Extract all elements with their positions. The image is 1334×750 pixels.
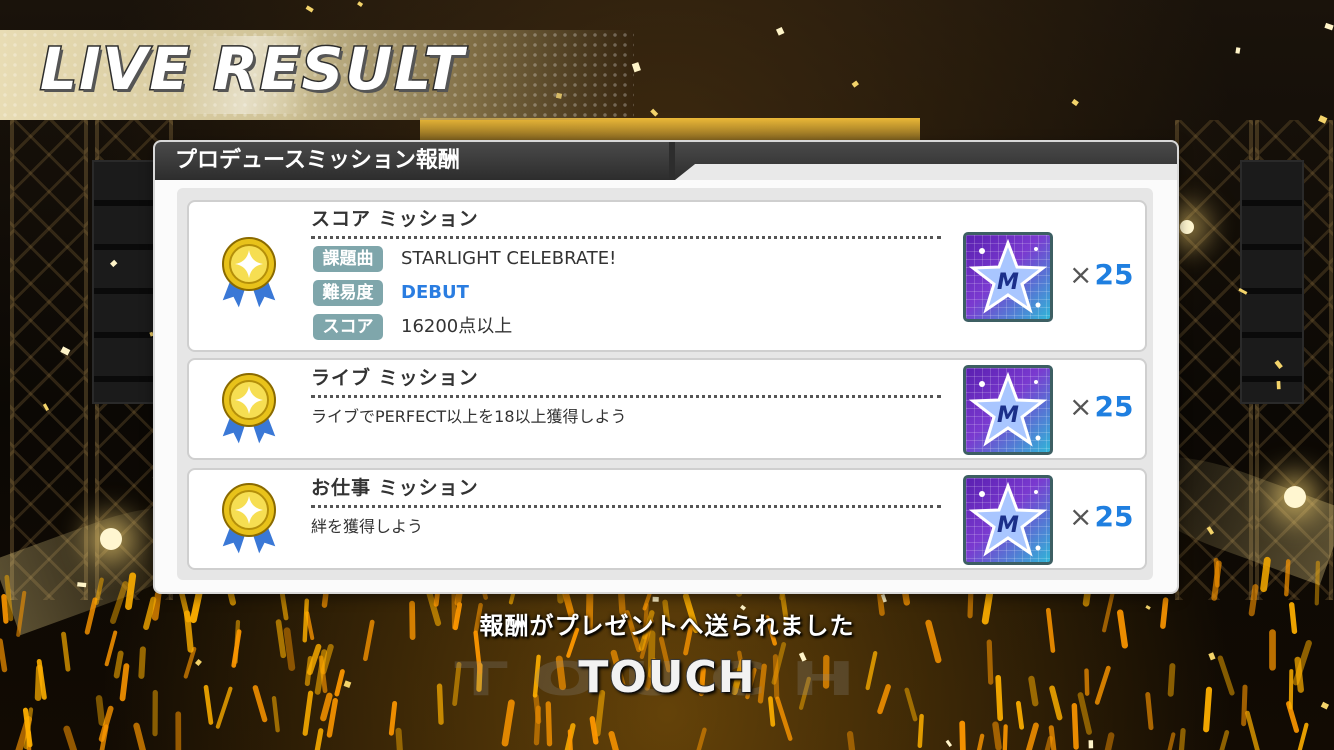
stage-truss-left [10,120,88,600]
glowstick [696,727,707,750]
glowstick [1025,722,1039,750]
glowstick [1048,725,1057,750]
reward-quantity: ×25 [1069,500,1134,533]
svg-text:M: M [997,403,1019,428]
spotlight-upper-right [1180,220,1194,234]
confetti-piece [1071,98,1079,107]
mission-description: ライブでPERFECT以上を18以上獲得しよう [311,407,627,426]
svg-text:M: M [997,513,1019,538]
reward-quantity: ×25 [1069,258,1134,291]
glowstick [608,731,619,750]
detail-value-song: STARLIGHT CELEBRATE! [401,248,617,269]
glowstick [314,728,324,750]
medal-icon [217,482,281,559]
confetti-piece [775,26,785,36]
touch-to-continue[interactable]: TOUCH [0,651,1334,704]
glowstick [501,699,515,747]
page-title: LIVE RESULT [38,35,466,103]
svg-text:M: M [997,270,1019,295]
title-divider [311,236,941,239]
glowstick [1314,560,1321,606]
glowstick [1260,556,1271,593]
glowstick [917,713,924,749]
spotlight-right [1284,486,1306,508]
confetti-piece [851,80,859,88]
glowstick [1104,732,1115,750]
glowstick [125,572,137,610]
reward-sent-notice: 報酬がプレゼントへ送られました [479,612,855,640]
glowstick [1284,559,1291,597]
panel-title: プロデュースミッション報酬 [175,148,460,173]
confetti-piece [357,1,364,7]
glowstick [388,700,398,736]
glowstick [63,725,78,750]
glowstick [976,733,985,750]
glowstick [1071,703,1079,750]
reward-panel: プロデュースミッション報酬 スコア ミッション 課題曲 STARLIGHT CE… [155,142,1177,592]
glowstick [1219,730,1230,750]
panel-header: プロデュースミッション報酬 [155,142,1177,180]
confetti-piece [1235,47,1241,54]
glowstick [545,701,553,747]
spotlight-left [100,528,122,550]
glowstick [1002,724,1008,750]
detail-tag-score: スコア [313,314,383,340]
mission-card-score: スコア ミッション 課題曲 STARLIGHT CELEBRATE! 難易度 D… [187,200,1147,352]
medal-icon [217,236,281,313]
title-divider [311,395,941,398]
glowstick [1044,735,1053,750]
glowstick [395,727,403,750]
glowstick [846,730,856,750]
speaker-stack-left [92,160,156,404]
detail-value-difficulty: DEBUT [401,282,469,303]
mission-description: 絆を獲得しよう [311,517,424,536]
speaker-stack-right [1240,160,1304,404]
mission-title: スコア ミッション [311,208,479,230]
glowstick [1167,732,1176,750]
detail-tag-difficulty: 難易度 [313,280,383,306]
mission-card-work: お仕事 ミッション 絆を獲得しよう M ×25 [187,468,1147,570]
detail-tag-song: 課題曲 [313,246,383,272]
confetti-piece [305,5,314,13]
glowstick [567,729,573,750]
detail-value-score: 16200点以上 [401,316,513,337]
mission-title: ライブ ミッション [311,367,479,389]
glowstick [94,577,104,605]
mission-list: スコア ミッション 課題曲 STARLIGHT CELEBRATE! 難易度 D… [177,188,1153,580]
glowstick [1178,728,1186,750]
glowstick [133,722,147,750]
glowstick [1245,710,1260,750]
reward-quantity: ×25 [1069,390,1134,423]
mission-card-live: ライブ ミッション ライブでPERFECT以上を18以上獲得しよう M ×25 [187,358,1147,460]
star-m-icon: M [963,475,1053,565]
glowstick [533,705,542,746]
medal-icon [217,372,281,449]
confetti-piece [650,108,659,117]
star-m-icon: M [963,232,1053,322]
glowstick [1213,557,1220,588]
confetti-piece [1324,22,1334,31]
glowstick [1015,700,1025,730]
mission-title: お仕事 ミッション [311,477,479,499]
title-divider [311,505,941,508]
glowstick [992,721,1002,750]
star-m-icon: M [963,365,1053,455]
glowstick [959,720,966,750]
glowstick [589,716,599,745]
